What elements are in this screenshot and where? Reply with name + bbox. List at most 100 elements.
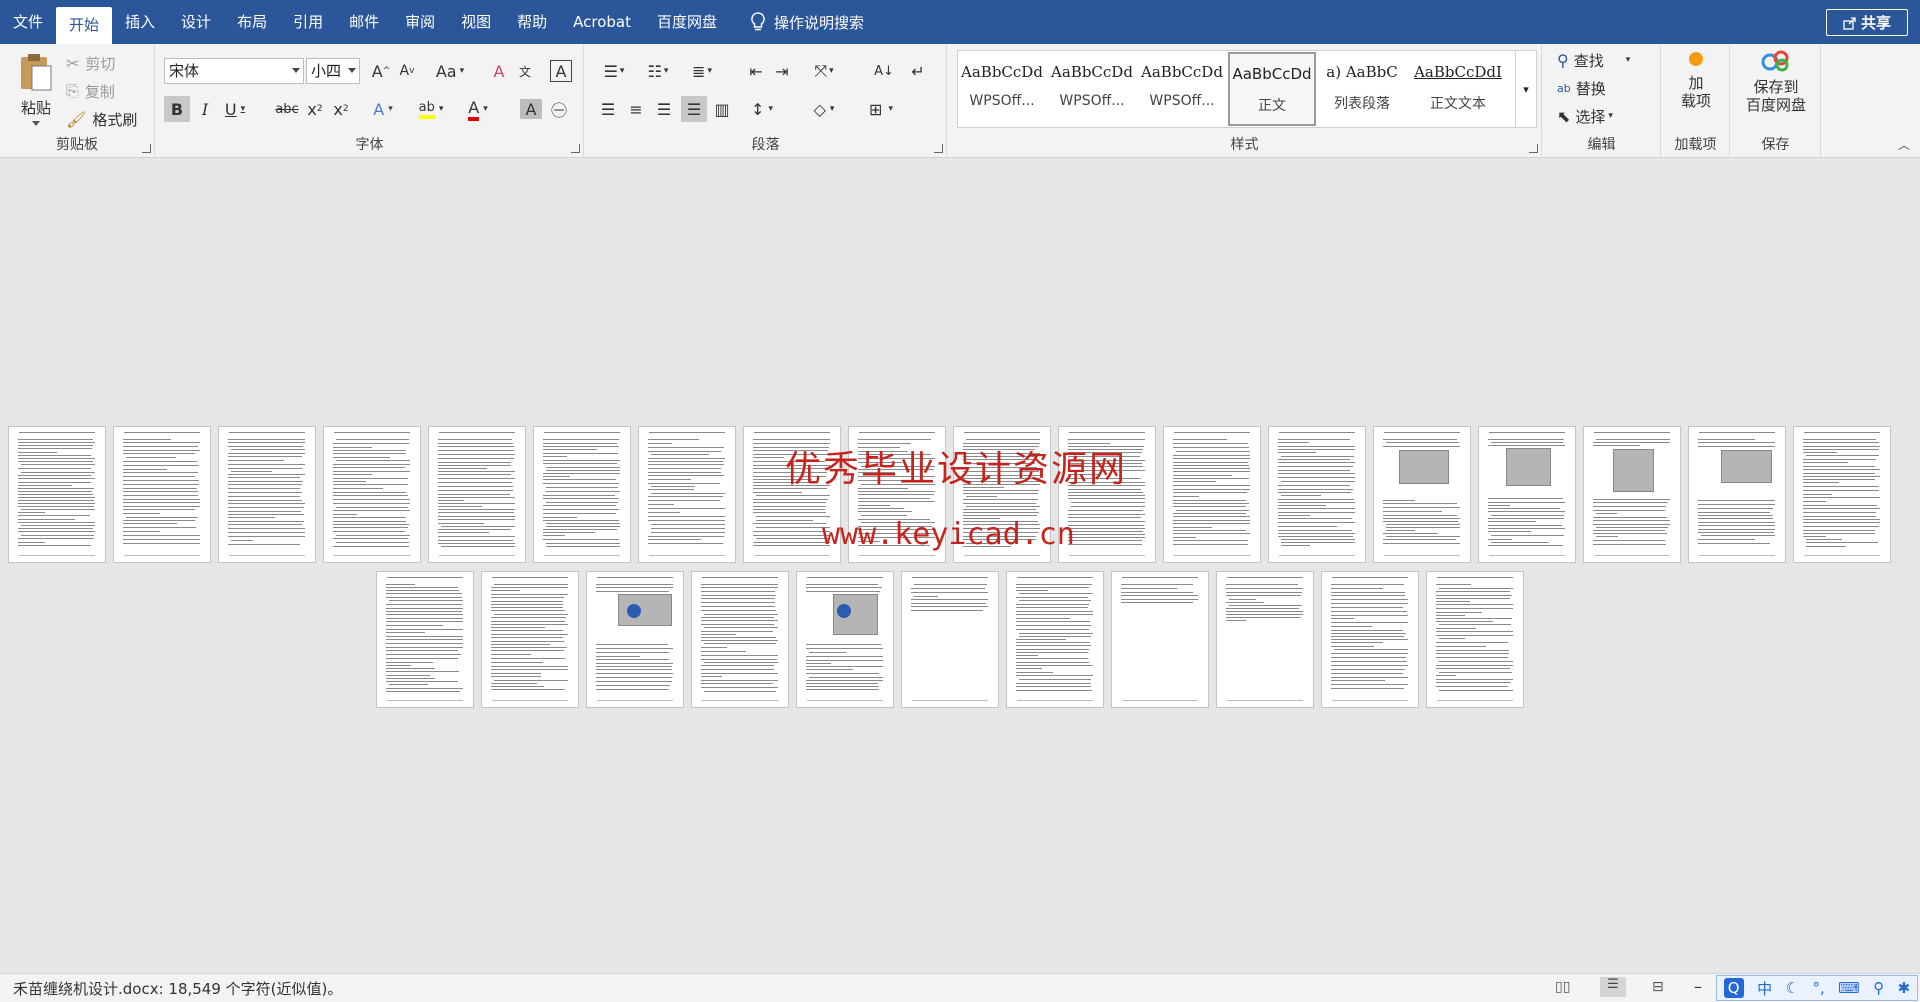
page-thumbnail[interactable] [796, 571, 894, 708]
sort-icon[interactable]: A↓ [873, 58, 895, 84]
tab-review[interactable]: 审阅 [392, 0, 448, 44]
tell-me-search[interactable]: 操作说明搜索 [750, 12, 864, 33]
shrink-font-icon[interactable]: Av [396, 58, 418, 84]
tab-acrobat[interactable]: Acrobat [560, 0, 644, 44]
page-thumbnail[interactable] [901, 571, 999, 708]
page-thumbnail[interactable] [1373, 426, 1471, 563]
page-thumbnail[interactable] [8, 426, 106, 563]
addins-button[interactable]: 加 载项 [1668, 50, 1724, 110]
tab-file[interactable]: 文件 [0, 0, 56, 44]
select-button[interactable]: ⬉ 选择 ▾ [1557, 103, 1613, 129]
shading-icon[interactable]: ◇ ▾ [807, 96, 841, 122]
page-thumbnail[interactable] [533, 426, 631, 563]
page-thumbnail[interactable] [691, 571, 789, 708]
page-thumbnail[interactable] [376, 571, 474, 708]
page-thumbnail[interactable] [1216, 571, 1314, 708]
page-thumbnail[interactable] [1321, 571, 1419, 708]
share-button[interactable]: 共享 [1826, 9, 1908, 36]
paste-button[interactable]: 粘贴 [14, 52, 58, 132]
phonetic-guide-icon[interactable]: 文 [514, 58, 536, 84]
page-thumbnail[interactable] [428, 426, 526, 563]
page-thumbnail[interactable] [1688, 426, 1786, 563]
web-layout-icon[interactable]: ⊟ [1652, 979, 1664, 995]
punctuation-icon[interactable]: °, [1812, 979, 1824, 997]
character-shading-icon[interactable]: A [520, 99, 542, 119]
style-wpsoff-2[interactable]: AaBbCcDd WPSOff... [1048, 52, 1136, 126]
tab-help[interactable]: 帮助 [504, 0, 560, 44]
superscript-button[interactable]: x2 [330, 96, 352, 122]
italic-button[interactable]: I [194, 96, 216, 122]
enclose-characters-icon[interactable]: ㊀ [548, 96, 570, 122]
page-thumbnail[interactable] [1268, 426, 1366, 563]
tab-design[interactable]: 设计 [168, 0, 224, 44]
print-layout-icon[interactable]: ☰ [1600, 977, 1626, 997]
justify-icon[interactable]: ☰ [681, 96, 707, 122]
style-wpsoff-1[interactable]: AaBbCcDd WPSOff... [958, 52, 1046, 126]
page-thumbnail[interactable] [1583, 426, 1681, 563]
align-center-icon[interactable]: ≡ [625, 96, 647, 122]
text-effects-icon[interactable]: A ▾ [366, 96, 400, 122]
replace-button[interactable]: ab 替换 [1557, 75, 1606, 101]
bold-button[interactable]: B [164, 96, 190, 122]
styles-more-button[interactable]: ▾ [1515, 50, 1537, 128]
page-thumbnail[interactable] [113, 426, 211, 563]
page-thumbnail[interactable] [1111, 571, 1209, 708]
style-normal[interactable]: AaBbCcDd 正文 [1228, 52, 1316, 126]
style-body-text[interactable]: AaBbCcDdI 正文文本 [1408, 52, 1508, 126]
page-thumbnail[interactable] [323, 426, 421, 563]
save-to-baidu-button[interactable]: 保存到 百度网盘 [1735, 50, 1817, 114]
zoom-out-icon[interactable]: – [1694, 977, 1702, 996]
ime-language[interactable]: 中 [1757, 978, 1772, 999]
format-painter-button[interactable]: 🖌 格式刷 [66, 106, 137, 132]
tab-baidu-netdisk[interactable]: 百度网盘 [644, 0, 730, 44]
line-spacing-icon[interactable]: ↕ ▾ [745, 96, 779, 122]
numbering-icon[interactable]: ☷ ▾ [641, 58, 675, 84]
page-thumbnail[interactable] [586, 571, 684, 708]
increase-indent-icon[interactable]: ⇥ [771, 58, 793, 84]
underline-button[interactable]: U ▾ [218, 96, 252, 122]
page-thumbnail[interactable] [1006, 571, 1104, 708]
change-case-icon[interactable]: Aa ▾ [434, 58, 466, 84]
font-color-icon[interactable]: A ▾ [460, 96, 496, 122]
clipboard-dialog-launcher[interactable] [142, 144, 151, 153]
find-button[interactable]: ⚲ 查找 ▾ [1557, 47, 1630, 73]
read-mode-icon[interactable]: ▯▯ [1555, 979, 1570, 995]
subscript-button[interactable]: x2 [304, 96, 326, 122]
style-wpsoff-3[interactable]: AaBbCcDd WPSOff... [1138, 52, 1226, 126]
page-thumbnail[interactable] [1426, 571, 1524, 708]
moon-icon[interactable]: ☾ [1786, 979, 1799, 997]
font-dialog-launcher[interactable] [571, 144, 580, 153]
tab-layout[interactable]: 布局 [224, 0, 280, 44]
document-multipage-view[interactable] [0, 159, 1920, 973]
paragraph-dialog-launcher[interactable] [934, 144, 943, 153]
tab-mailings[interactable]: 邮件 [336, 0, 392, 44]
align-right-icon[interactable]: ☰ [653, 96, 675, 122]
tab-home[interactable]: 开始 [56, 7, 113, 44]
tab-references[interactable]: 引用 [280, 0, 336, 44]
document-stats[interactable]: 禾苗缠绕机设计.docx: 18,549 个字符(近似值)。 [13, 978, 342, 999]
clear-formatting-icon[interactable]: A [488, 58, 510, 84]
bullets-icon[interactable]: ☰ ▾ [597, 58, 631, 84]
highlight-color-icon[interactable]: ab ▾ [412, 96, 450, 122]
grow-font-icon[interactable]: A ^ [370, 58, 392, 84]
collapse-ribbon-icon[interactable]: ︿ [1898, 136, 1910, 153]
distributed-icon[interactable]: ▥ [711, 96, 733, 122]
page-thumbnail[interactable] [218, 426, 316, 563]
character-border-icon[interactable]: A [550, 60, 572, 82]
tab-view[interactable]: 视图 [448, 0, 504, 44]
multilevel-list-icon[interactable]: ≣ ▾ [685, 58, 719, 84]
show-marks-icon[interactable]: ↵ [907, 58, 929, 84]
page-thumbnail[interactable] [638, 426, 736, 563]
page-thumbnail[interactable] [1478, 426, 1576, 563]
page-thumbnail[interactable] [1163, 426, 1261, 563]
page-thumbnail[interactable] [1793, 426, 1891, 563]
align-left-icon[interactable]: ☰ [597, 96, 619, 122]
strikethrough-button[interactable]: abc [274, 96, 300, 122]
page-thumbnail[interactable] [481, 571, 579, 708]
borders-icon[interactable]: ⊞ ▾ [861, 96, 901, 122]
ime-search-icon[interactable]: Q [1723, 978, 1744, 998]
style-list-paragraph[interactable]: a) AaBbC 列表段落 [1318, 52, 1406, 126]
decrease-indent-icon[interactable]: ⇤ [745, 58, 767, 84]
tab-insert[interactable]: 插入 [112, 0, 168, 44]
cut-button[interactable]: ✂ 剪切 [66, 50, 115, 76]
